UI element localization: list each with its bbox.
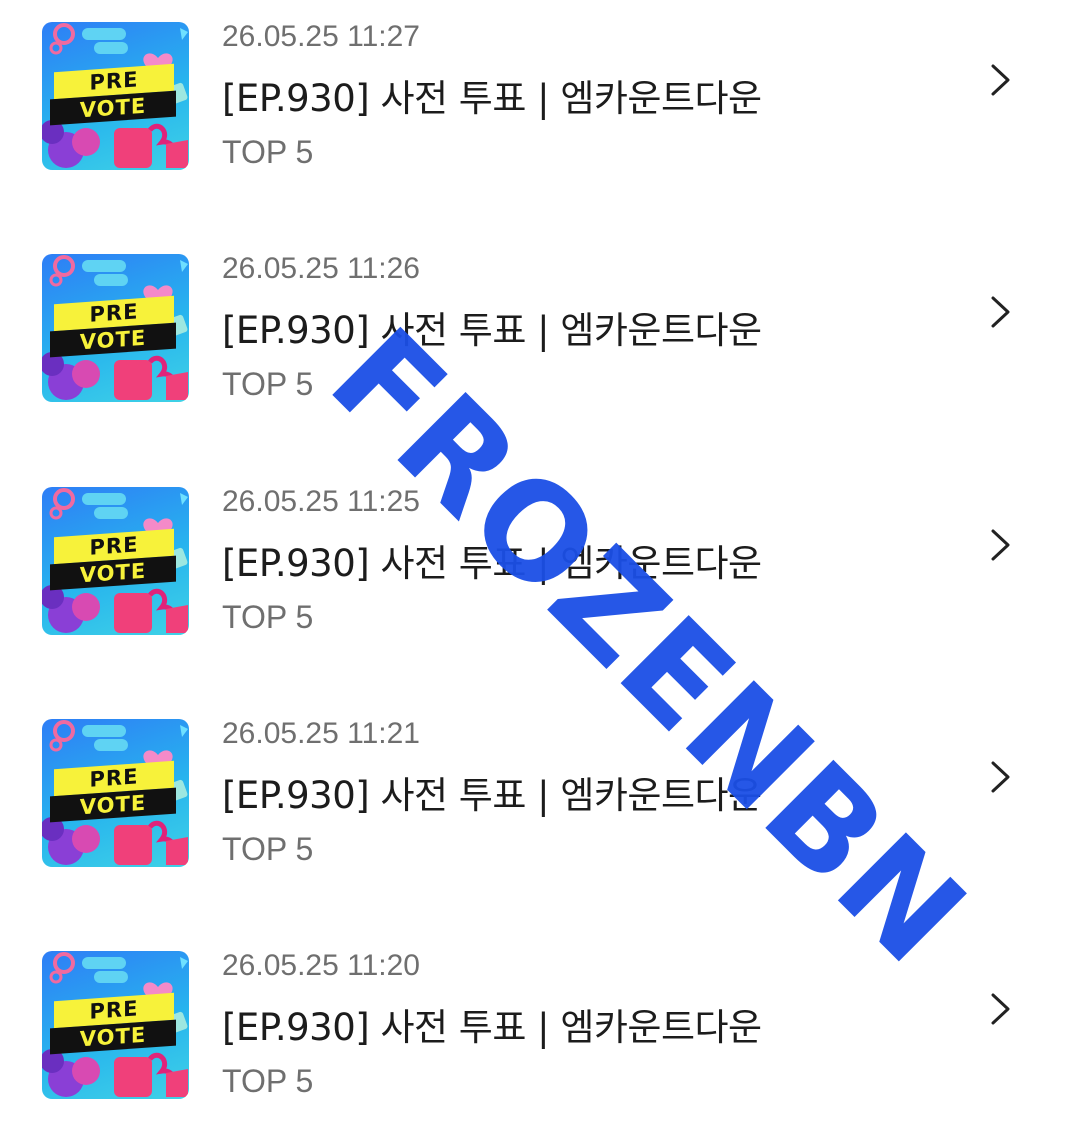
item-title: [EP.930] 사전 투표 | 엠카운트다운 <box>222 309 762 352</box>
chevron-right-icon[interactable] <box>988 292 1014 332</box>
item-subtitle: TOP 5 <box>222 366 314 402</box>
item-title: [EP.930] 사전 투표 | 엠카운트다운 <box>222 542 762 585</box>
item-subtitle: TOP 5 <box>222 831 314 867</box>
item-title: [EP.930] 사전 투표 | 엠카운트다운 <box>222 1006 762 1049</box>
item-date: 26.05.25 11:25 <box>222 485 420 518</box>
pre-vote-thumbnail: PRE VOTE <box>42 22 189 170</box>
list-item[interactable]: PRE VOTE 26.05.25 11:27 [EP.930] 사전 투표 |… <box>0 0 1080 180</box>
item-subtitle: TOP 5 <box>222 1063 314 1099</box>
item-subtitle: TOP 5 <box>222 599 314 635</box>
item-date: 26.05.25 11:26 <box>222 252 420 285</box>
list-item[interactable]: PRE VOTE 26.05.25 11:26 [EP.930] 사전 투표 |… <box>0 232 1080 412</box>
chevron-right-icon[interactable] <box>988 60 1014 100</box>
list-item[interactable]: PRE VOTE 26.05.25 11:20 [EP.930] 사전 투표 |… <box>0 929 1080 1109</box>
item-title: [EP.930] 사전 투표 | 엠카운트다운 <box>222 774 762 817</box>
chevron-right-icon[interactable] <box>988 757 1014 797</box>
item-date: 26.05.25 11:27 <box>222 20 420 53</box>
item-date: 26.05.25 11:21 <box>222 717 420 750</box>
list-item[interactable]: PRE VOTE 26.05.25 11:25 [EP.930] 사전 투표 |… <box>0 465 1080 645</box>
item-subtitle: TOP 5 <box>222 134 314 170</box>
chevron-right-icon[interactable] <box>988 525 1014 565</box>
list-item[interactable]: PRE VOTE 26.05.25 11:21 [EP.930] 사전 투표 |… <box>0 697 1080 877</box>
pre-vote-thumbnail: PRE VOTE <box>42 254 189 402</box>
chevron-right-icon[interactable] <box>988 989 1014 1029</box>
item-date: 26.05.25 11:20 <box>222 949 420 982</box>
pre-vote-thumbnail: PRE VOTE <box>42 951 189 1099</box>
pre-vote-thumbnail: PRE VOTE <box>42 487 189 635</box>
pre-vote-thumbnail: PRE VOTE <box>42 719 189 867</box>
item-title: [EP.930] 사전 투표 | 엠카운트다운 <box>222 77 762 120</box>
